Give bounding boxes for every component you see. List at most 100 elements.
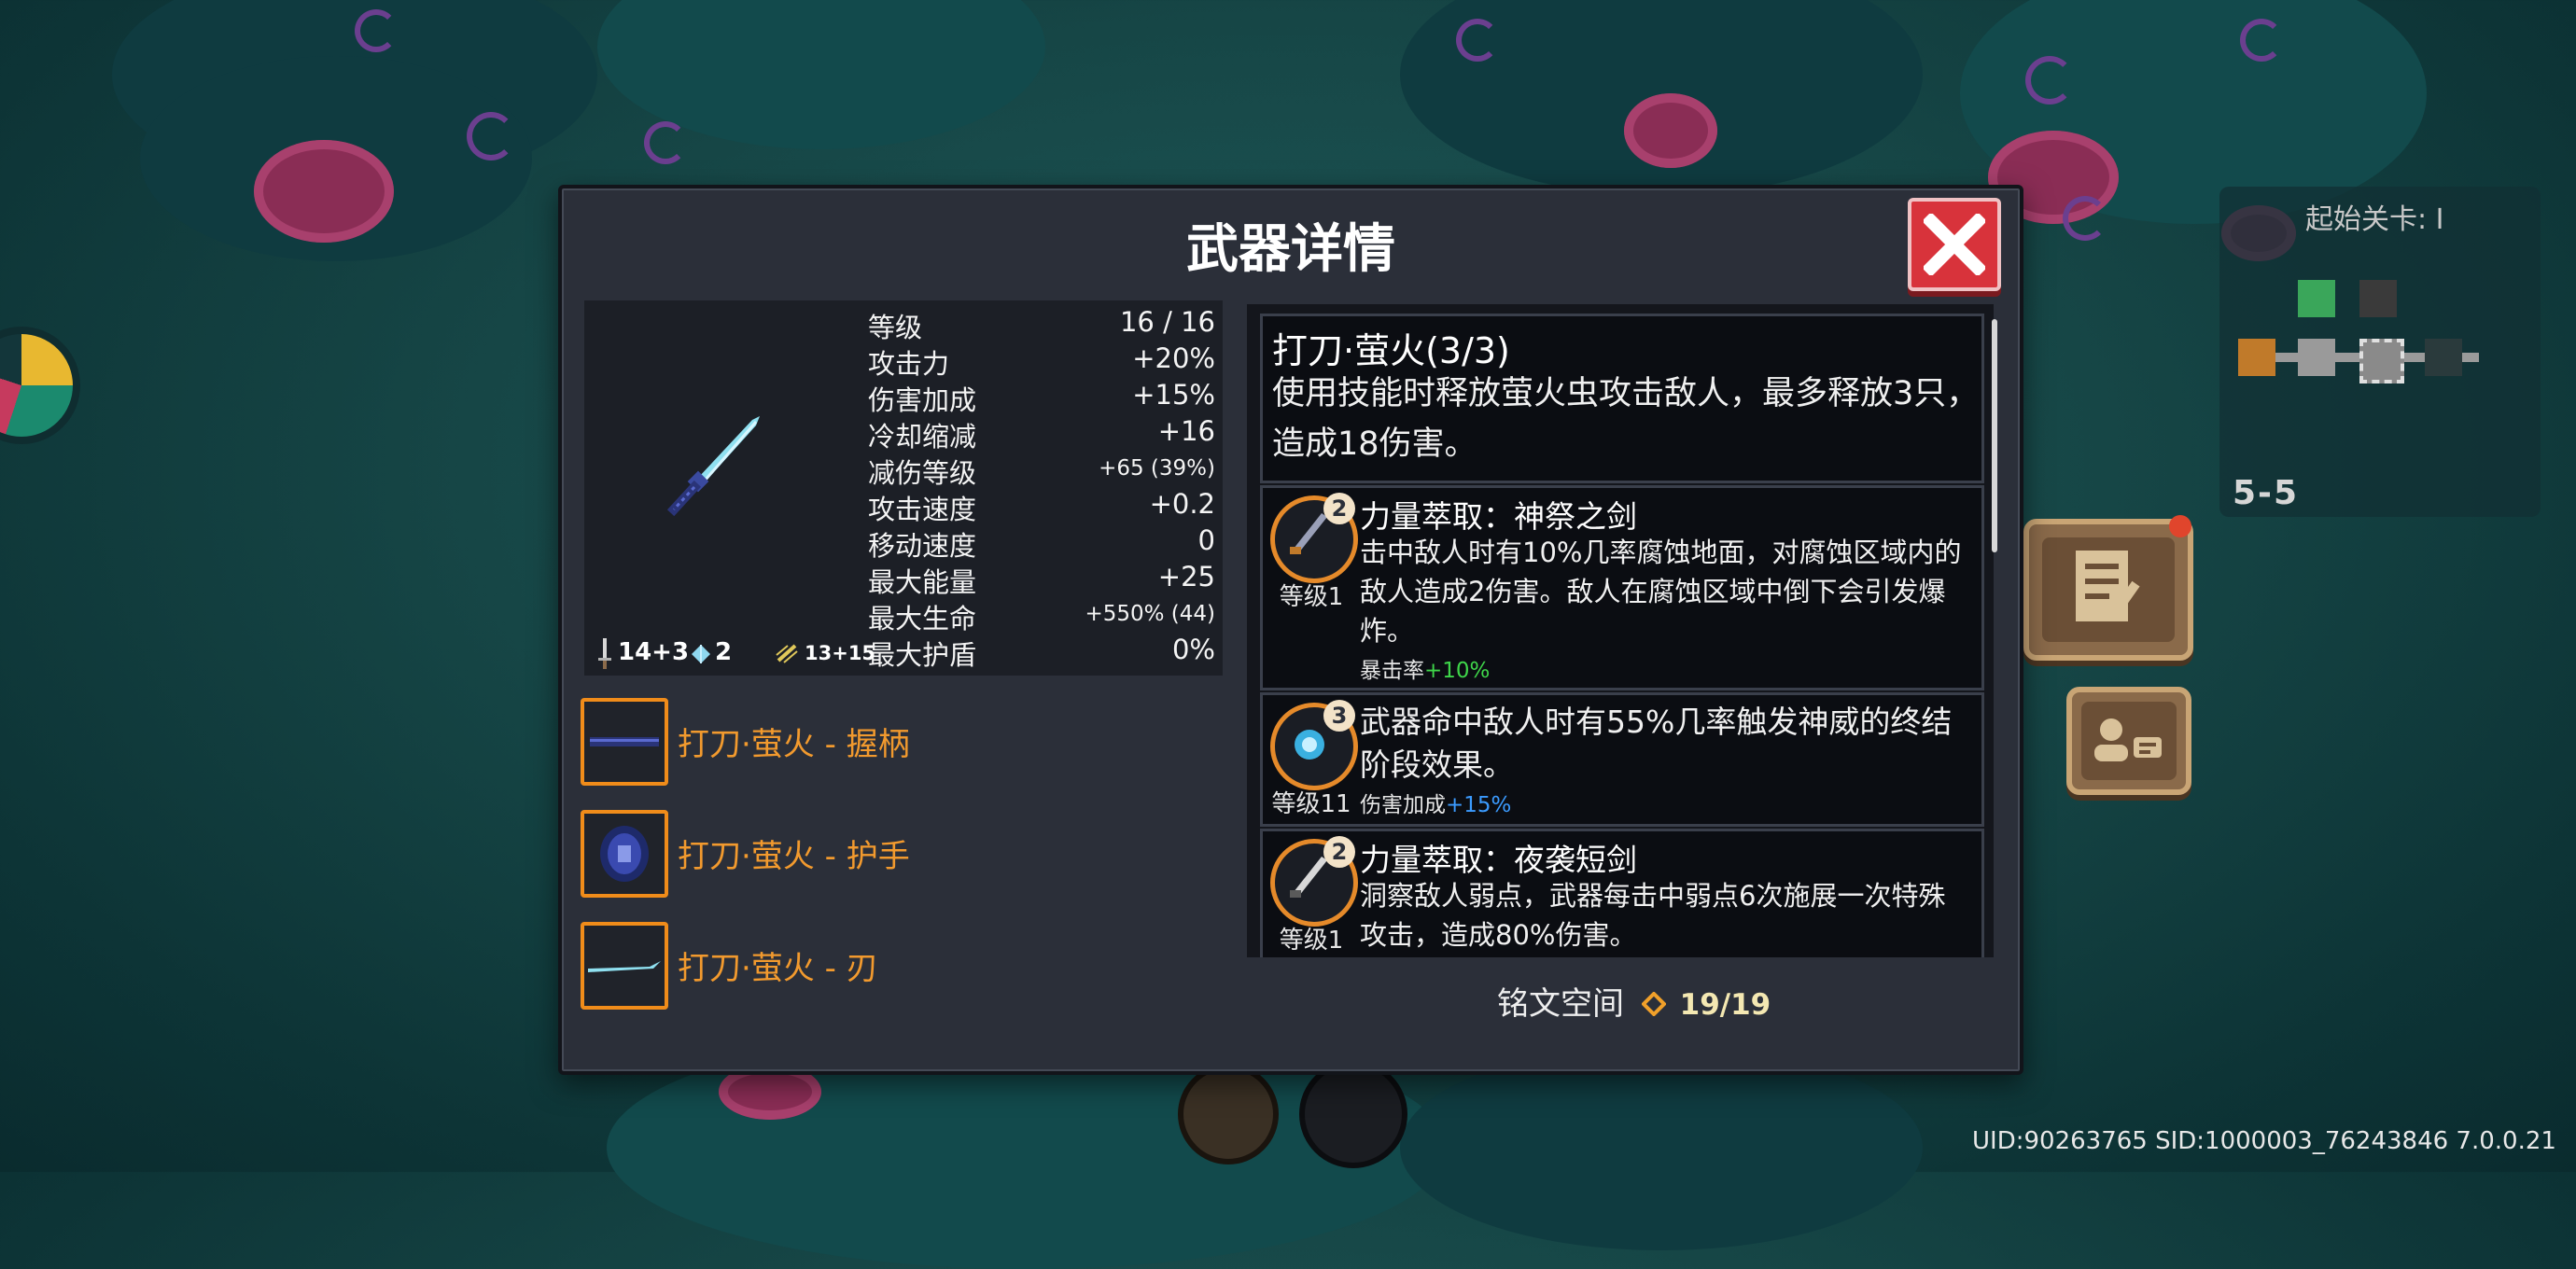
- weapon-attack-value: 14+3: [618, 638, 690, 666]
- effect-bonus-label: 暴击率: [1360, 659, 1424, 683]
- stat-label: 冷却缩减: [868, 421, 977, 453]
- part-slot-handle[interactable]: [581, 698, 668, 786]
- effect-tier-badge: 2: [1323, 493, 1355, 524]
- stat-label: 最大护盾: [868, 639, 977, 671]
- set-effect-desc: 使用技能时释放萤火虫攻击敌人，最多释放3只，造成18伤害。: [1272, 375, 1980, 463]
- effect-tier-badge: 2: [1323, 836, 1355, 868]
- weapon-details-dialog: 武器详情 等级 16 / 16 攻击力 +20% 伤害加成 +15% 冷却缩减 +16 …: [558, 185, 2023, 1075]
- stat-value: +20%: [1132, 342, 1215, 374]
- blade-icon: [588, 961, 661, 972]
- weapon-speed-value: 13+15: [805, 642, 876, 664]
- left-edge-icon[interactable]: [0, 327, 80, 444]
- effect-card[interactable]: 2 等级1 力量萃取：夜袭短剑 洞察敌人弱点，武器每击中弱点6次施展一次特殊攻击…: [1260, 829, 1984, 957]
- stage-label: 5-5: [2233, 474, 2300, 512]
- effect-sword-badge-icon: 2: [1270, 493, 1358, 583]
- effect-title: 武器命中敌人时有55%几率触发神威的终结阶段效果。: [1360, 704, 1953, 783]
- speed-icon: [775, 642, 801, 668]
- stat-label: 最大生命: [868, 603, 977, 634]
- effect-card[interactable]: 2 等级1 力量萃取：神祭之剑 击中敌人时有10%几率腐蚀地面，对腐蚀区域内的敌…: [1260, 485, 1984, 690]
- stat-value: +15%: [1132, 379, 1215, 411]
- effect-level: 等级1: [1279, 927, 1344, 955]
- part-slot-blade[interactable]: [581, 922, 668, 1010]
- stat-damage-reduction: 减伤等级 +65 (39%): [868, 452, 1215, 489]
- gem-icon: [691, 644, 711, 668]
- effect-bonus: 伤害加成+15%: [1360, 787, 1511, 818]
- stat-move-speed: 移动速度 0: [868, 524, 1215, 562]
- inscription-value: 19/19: [1679, 988, 1771, 1022]
- stat-max-shield: 最大护盾 0%: [868, 634, 1215, 671]
- inscription-gem-icon: [1640, 987, 1667, 1025]
- weapon-gem-value: 2: [715, 638, 733, 666]
- effects-scrollbar[interactable]: [1992, 319, 1997, 552]
- notification-dot: [2169, 515, 2191, 537]
- minimap[interactable]: 起始关卡: I 5-5: [2219, 187, 2541, 517]
- notes-icon: [2042, 537, 2175, 642]
- part-name-guard[interactable]: 打刀·萤火 - 护手: [678, 830, 910, 876]
- minimap-room-start: [2238, 339, 2275, 376]
- stat-value: 0%: [1171, 634, 1215, 665]
- stat-value: +16: [1157, 415, 1215, 447]
- close-icon: [1924, 214, 1985, 275]
- katana-weapon-icon: [663, 412, 775, 528]
- weapon-stats-panel: 等级 16 / 16 攻击力 +20% 伤害加成 +15% 冷却缩减 +16 减伤等级 +…: [584, 300, 1223, 676]
- guard-icon: [600, 826, 649, 882]
- minimap-room-exclaim: [2359, 280, 2397, 317]
- minimap-room-current: [2359, 339, 2404, 383]
- profile-card-button[interactable]: [2066, 687, 2191, 795]
- part-name-blade[interactable]: 打刀·萤火 - 刃: [678, 942, 878, 988]
- stat-label: 伤害加成: [868, 384, 977, 416]
- sword-icon: [597, 638, 612, 674]
- set-effect-title: 打刀·萤火(3/3): [1272, 330, 1510, 371]
- stat-damage-bonus: 伤害加成 +15%: [868, 379, 1215, 416]
- stat-cooldown: 冷却缩减 +16: [868, 415, 1215, 453]
- effect-bonus-value: +10%: [1424, 659, 1491, 683]
- quest-notes-button[interactable]: [2023, 515, 2193, 661]
- effect-lightning-badge-icon: 3: [1270, 700, 1358, 790]
- profile-card-icon: [2081, 702, 2177, 780]
- effect-title: 力量萃取：神祭之剑: [1360, 498, 1637, 535]
- equipped-item-icon[interactable]: [1178, 1064, 1279, 1164]
- effect-bonus: 暴击率+10%: [1360, 652, 1490, 684]
- part-slot-guard[interactable]: [581, 810, 668, 898]
- effects-scroll-list[interactable]: 打刀·萤火(3/3) 使用技能时释放萤火虫攻击敌人，最多释放3只，造成18伤害。…: [1247, 304, 1994, 957]
- stat-value: +550% (44): [1085, 602, 1215, 626]
- minimap-room: [2298, 339, 2335, 376]
- stat-max-health: 最大生命 +550% (44): [868, 597, 1215, 634]
- stat-label: 攻击速度: [868, 494, 977, 525]
- effect-level: 等级11: [1271, 790, 1351, 818]
- stat-value: 0: [1197, 524, 1215, 556]
- minimap-room-dark: [2425, 339, 2462, 376]
- effect-dagger-badge-icon: 2: [1270, 836, 1358, 927]
- stat-attack-speed: 攻击速度 +0.2: [868, 488, 1215, 525]
- close-button[interactable]: [1908, 198, 2001, 291]
- effect-desc: 击中敌人时有10%几率腐蚀地面，对腐蚀区域内的敌人造成2伤害。敌人在腐蚀区域中倒…: [1360, 537, 1962, 647]
- set-effect-card: 打刀·萤火(3/3) 使用技能时释放萤火虫攻击敌人，最多释放3只，造成18伤害。: [1260, 314, 1984, 483]
- uid-text: UID:90263765 SID:1000003_76243846 7.0.0.…: [1972, 1127, 2556, 1155]
- dialog-title: 武器详情: [1186, 219, 1395, 280]
- stat-value: +65 (39%): [1099, 456, 1215, 481]
- stat-label: 最大能量: [868, 566, 977, 598]
- minimap-title: 起始关卡: I: [2305, 203, 2444, 236]
- stat-attack: 攻击力 +20%: [868, 342, 1215, 380]
- effect-tier-badge: 3: [1323, 700, 1355, 732]
- effect-bonus-label: 伤害加成: [1360, 793, 1446, 817]
- effect-level: 等级1: [1279, 583, 1344, 611]
- equipped-weapon-icon[interactable]: [1299, 1060, 1407, 1168]
- stat-value: +0.2: [1149, 488, 1215, 520]
- part-name-handle[interactable]: 打刀·萤火 - 握柄: [678, 718, 910, 764]
- effect-title: 力量萃取：夜袭短剑: [1360, 842, 1637, 878]
- stat-level: 等级 16 / 16: [868, 306, 1215, 343]
- effect-card[interactable]: 3 等级11 武器命中敌人时有55%几率触发神威的终结阶段效果。 伤害加成+15…: [1260, 692, 1984, 827]
- inscription-label: 铭文空间: [1497, 985, 1624, 1023]
- stat-max-energy: 最大能量 +25: [868, 561, 1215, 598]
- handle-icon: [590, 737, 659, 746]
- stat-value: +25: [1157, 561, 1215, 593]
- effect-desc: 洞察敌人弱点，武器每击中弱点6次施展一次特殊攻击，造成80%伤害。: [1360, 880, 1946, 951]
- minimap-room-up: [2298, 280, 2335, 317]
- stat-label: 等级: [868, 312, 923, 343]
- effect-bonus-value: +15%: [1446, 793, 1512, 817]
- stat-label: 减伤等级: [868, 457, 977, 489]
- inscription-space: 铭文空间 19/19: [1497, 978, 1771, 1025]
- stat-label: 移动速度: [868, 530, 977, 562]
- stat-label: 攻击力: [868, 348, 950, 380]
